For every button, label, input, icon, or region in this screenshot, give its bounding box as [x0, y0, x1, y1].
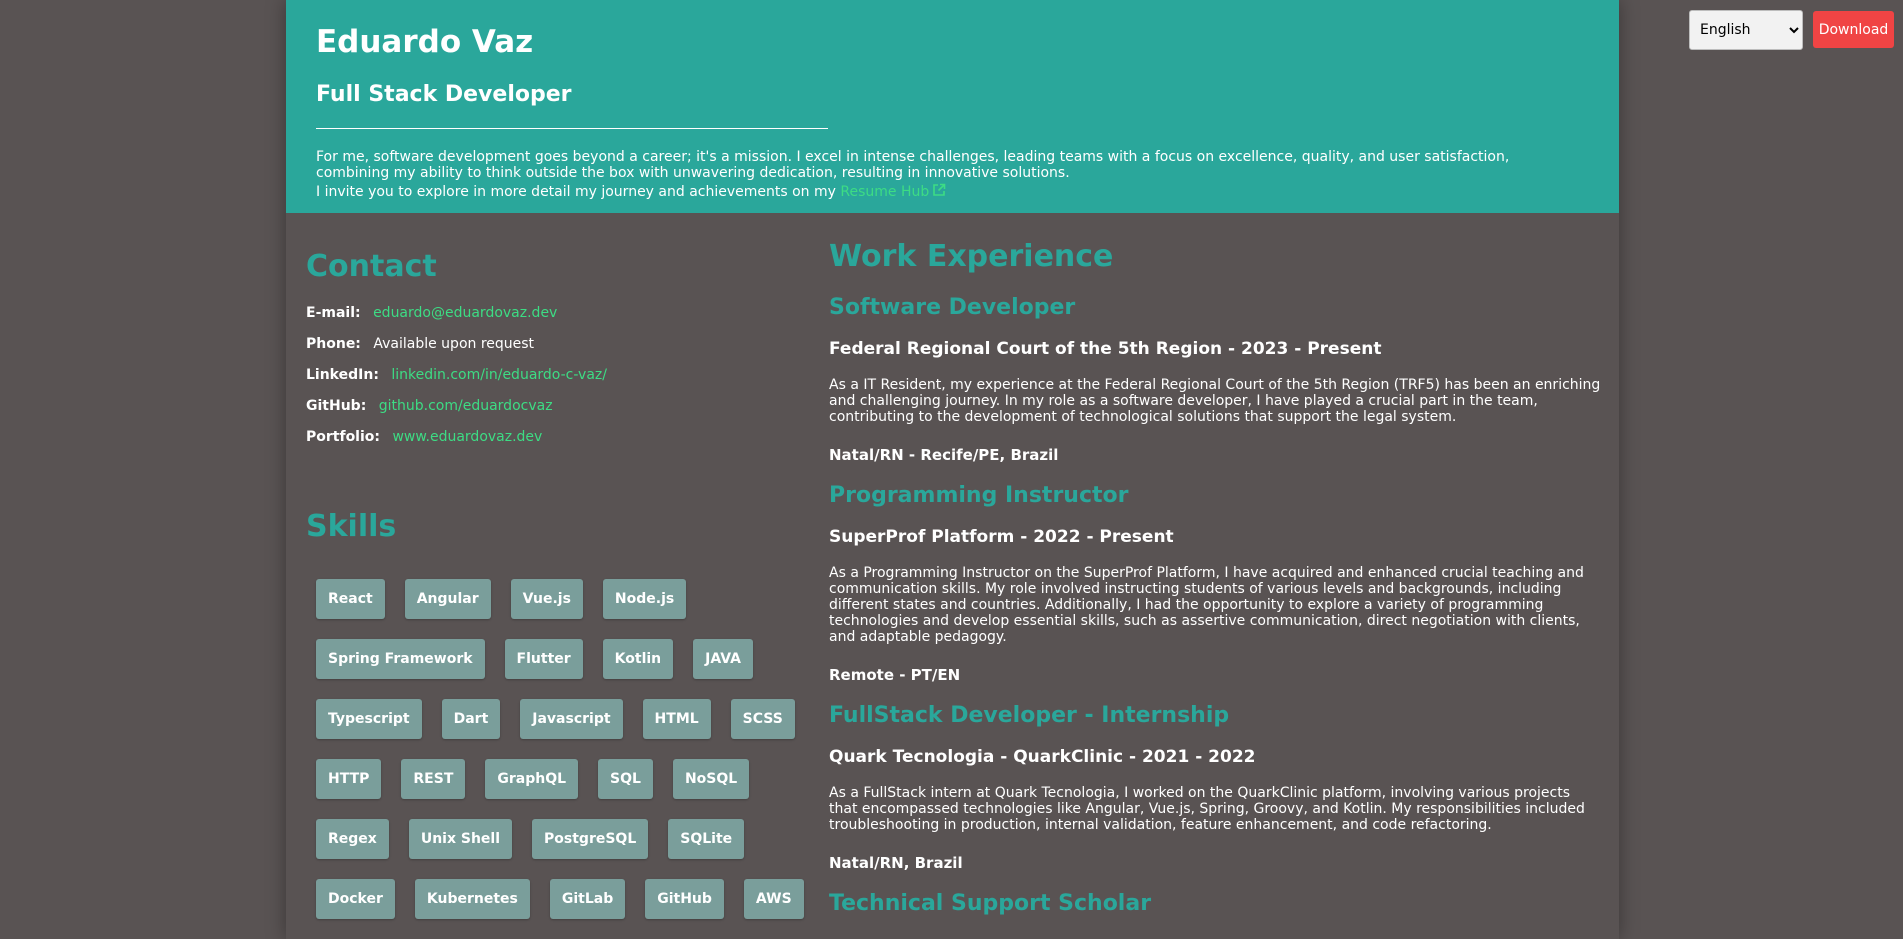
skill-chip: SQL: [598, 759, 653, 799]
invite-text: I invite you to explore in more detail m…: [316, 184, 836, 200]
skill-chip: PostgreSQL: [532, 819, 649, 859]
skill-chip: Kotlin: [602, 639, 674, 679]
skill-chip: Regex: [316, 819, 389, 859]
contact-title: Contact: [306, 249, 437, 284]
skill-chip: Docker: [316, 879, 395, 919]
skill-chip: Kubernetes: [414, 879, 530, 919]
contact-phone-value: Available upon request: [373, 336, 535, 352]
skill-chip: Typescript: [316, 699, 422, 739]
skill-chip: React: [316, 579, 385, 619]
contact-linkedin-row: LinkedIn: linkedin.com/in/eduardo-c-vaz/: [306, 367, 607, 383]
skill-chip: Unix Shell: [408, 819, 513, 859]
contact-email-link[interactable]: eduardo@eduardovaz.dev: [373, 305, 557, 321]
skill-chip: GitLab: [549, 879, 626, 919]
skills-list: React Angular Vue.js Node.js Spring Fram…: [316, 579, 806, 919]
skill-chip: Node.js: [602, 579, 687, 619]
contact-portfolio-label: Portfolio:: [306, 429, 380, 445]
contact-linkedin-link[interactable]: linkedin.com/in/eduardo-c-vaz/: [391, 367, 607, 383]
resume-page: Eduardo Vaz Full Stack Developer For me,…: [286, 0, 1619, 939]
language-select[interactable]: English: [1689, 10, 1803, 50]
external-link-icon: [932, 183, 946, 202]
skill-chip: JAVA: [693, 639, 753, 679]
skill-chip: Javascript: [520, 699, 623, 739]
resume-header: Eduardo Vaz Full Stack Developer For me,…: [286, 0, 1619, 213]
skill-chip: REST: [401, 759, 466, 799]
job-company: SuperProf Platform - 2022 - Present: [829, 527, 1174, 547]
job-title: Programming Instructor: [829, 483, 1129, 508]
resume-hub-label: Resume Hub: [840, 184, 930, 200]
skill-chip: Flutter: [504, 639, 583, 679]
skill-chip: SCSS: [730, 699, 795, 739]
resume-hub-link[interactable]: Resume Hub: [840, 183, 946, 202]
contact-email-row: E-mail: eduardo@eduardovaz.dev: [306, 305, 557, 321]
contact-phone-label: Phone:: [306, 336, 361, 352]
bio-text: For me, software development goes beyond…: [316, 149, 1510, 181]
contact-phone-row: Phone: Available upon request: [306, 336, 534, 352]
job-title: Technical Support Scholar: [829, 891, 1152, 916]
job-company: Quark Tecnologia - QuarkClinic - 2021 - …: [829, 747, 1256, 767]
job-description: As a FullStack intern at Quark Tecnologi…: [829, 785, 1585, 833]
job-location: Natal/RN - Recife/PE, Brazil: [829, 446, 1059, 464]
contact-portfolio-row: Portfolio: www.eduardovaz.dev: [306, 429, 542, 445]
job-title: Software Developer: [829, 295, 1076, 320]
contact-github-label: GitHub:: [306, 398, 367, 414]
person-name: Eduardo Vaz: [316, 24, 534, 60]
work-experience-title: Work Experience: [829, 239, 1114, 274]
skill-chip: Spring Framework: [316, 639, 485, 679]
skill-chip: NoSQL: [672, 759, 750, 799]
contact-github-link[interactable]: github.com/eduardocvaz: [379, 398, 553, 414]
contact-email-label: E-mail:: [306, 305, 361, 321]
skill-chip: GitHub: [645, 879, 724, 919]
invite-line: I invite you to explore in more detail m…: [316, 183, 946, 202]
person-role: Full Stack Developer: [316, 82, 572, 107]
skill-chip: HTML: [642, 699, 711, 739]
skill-chip: Angular: [404, 579, 491, 619]
download-button[interactable]: Download: [1813, 11, 1894, 48]
job-title: FullStack Developer - Internship: [829, 703, 1230, 728]
skill-chip: GraphQL: [485, 759, 579, 799]
job-location: Natal/RN, Brazil: [829, 854, 963, 872]
skills-title: Skills: [306, 509, 397, 544]
skill-chip: HTTP: [316, 759, 382, 799]
skill-chip: SQLite: [668, 819, 745, 859]
contact-github-row: GitHub: github.com/eduardocvaz: [306, 398, 553, 414]
header-divider: [316, 128, 828, 129]
job-description: As a Programming Instructor on the Super…: [829, 565, 1584, 645]
skill-chip: AWS: [743, 879, 804, 919]
job-location: Remote - PT/EN: [829, 666, 961, 684]
contact-linkedin-label: LinkedIn:: [306, 367, 379, 383]
job-company: Federal Regional Court of the 5th Region…: [829, 339, 1382, 359]
skill-chip: Vue.js: [510, 579, 583, 619]
skill-chip: Dart: [441, 699, 501, 739]
contact-portfolio-link[interactable]: www.eduardovaz.dev: [392, 429, 542, 445]
job-description: As a IT Resident, my experience at the F…: [829, 377, 1601, 425]
